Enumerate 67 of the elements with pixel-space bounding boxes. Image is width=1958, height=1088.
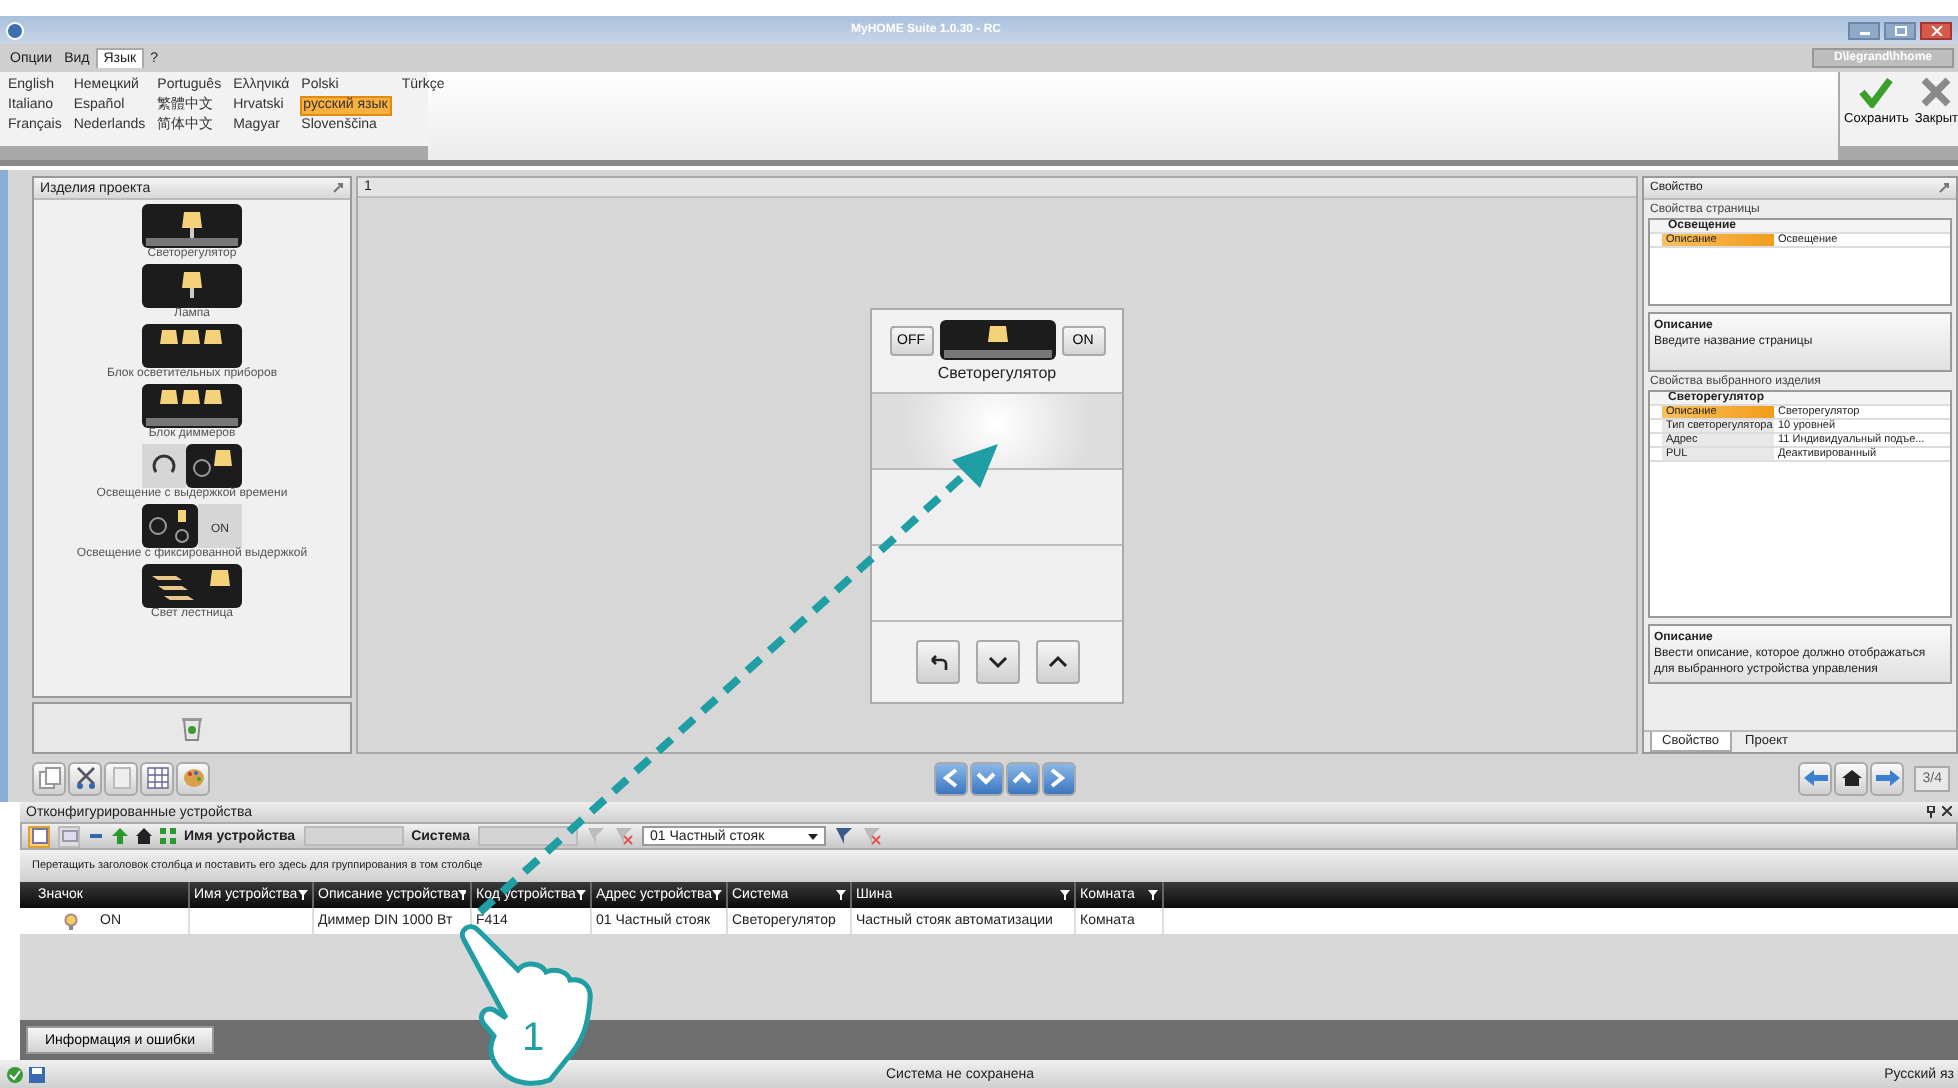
- previous-page-button[interactable]: [1798, 761, 1833, 795]
- back-arrow-icon: [927, 654, 947, 670]
- chevron-down-icon: [987, 654, 1007, 670]
- close-button[interactable]: [1920, 21, 1952, 39]
- home-icon: [1839, 768, 1864, 788]
- chevron-down-icon: [976, 768, 997, 788]
- checkmark-icon: [1858, 76, 1895, 108]
- dimmer-icon[interactable]: [142, 384, 242, 428]
- copy-icon: [37, 766, 61, 790]
- maximize-icon: [1893, 25, 1907, 35]
- trash-icon[interactable]: [182, 715, 202, 741]
- chevron-up-icon: [1047, 654, 1067, 670]
- app-icon: [6, 21, 24, 39]
- close-icon[interactable]: [1942, 806, 1952, 816]
- filter-icon[interactable]: [712, 890, 722, 900]
- filter-icon[interactable]: [1060, 890, 1070, 900]
- next-page-button[interactable]: [1870, 761, 1905, 795]
- minimize-button[interactable]: [1848, 21, 1880, 39]
- device-name-field[interactable]: [303, 826, 404, 846]
- palette-icon: [181, 766, 205, 790]
- ok-icon: [6, 1065, 24, 1083]
- filter-icon[interactable]: [1148, 890, 1158, 900]
- left-button[interactable]: [933, 761, 968, 795]
- arrow-right-icon: [1873, 768, 1902, 788]
- clear-filter-icon[interactable]: [862, 826, 883, 846]
- maximize-button[interactable]: [1884, 21, 1916, 39]
- up-button[interactable]: [1035, 640, 1079, 684]
- chevron-right-icon: [1048, 768, 1069, 788]
- grid-icon[interactable]: [160, 828, 176, 844]
- bulb-icon: [62, 912, 80, 930]
- clipboard-icon: [109, 766, 133, 790]
- lamp-icon[interactable]: [141, 444, 242, 488]
- home-icon[interactable]: [136, 828, 152, 844]
- chevron-left-icon: [940, 768, 961, 788]
- lamp-icon[interactable]: [142, 564, 242, 608]
- lamp-icon[interactable]: [141, 324, 242, 368]
- caret-icon: [808, 833, 819, 839]
- grid-icon: [145, 766, 169, 790]
- grid-button[interactable]: [140, 761, 174, 795]
- dimmer-icon[interactable]: [142, 204, 242, 248]
- view-button[interactable]: [28, 825, 50, 847]
- dimmer-icon[interactable]: [939, 320, 1055, 360]
- chevron-up-icon: [1012, 768, 1033, 788]
- save-icon[interactable]: [28, 1065, 46, 1083]
- back-button[interactable]: [915, 640, 959, 684]
- close-icon: [1929, 25, 1943, 35]
- filter-icon[interactable]: [458, 890, 466, 900]
- lamp-icon[interactable]: [142, 264, 242, 308]
- right-button[interactable]: [1041, 761, 1076, 795]
- filter-icon[interactable]: [298, 890, 308, 900]
- widget-label: Светорегулятор: [937, 364, 1057, 382]
- system-field[interactable]: [478, 826, 579, 846]
- clear-filter-icon[interactable]: [614, 826, 635, 846]
- scissors-icon: [73, 766, 97, 790]
- close-icon: [1918, 76, 1955, 108]
- copy-button[interactable]: [32, 761, 66, 795]
- pin-icon[interactable]: [1926, 806, 1936, 818]
- filter-icon[interactable]: [576, 890, 586, 900]
- cut-button[interactable]: [68, 761, 102, 795]
- home-button[interactable]: [1834, 761, 1869, 795]
- minus-icon[interactable]: [88, 828, 104, 844]
- up-arrow-icon[interactable]: [112, 828, 128, 844]
- step-number: 1: [522, 1016, 545, 1060]
- arrow-left-icon: [1801, 768, 1830, 788]
- down-button[interactable]: [975, 640, 1019, 684]
- palette-button[interactable]: [176, 761, 210, 795]
- filter-icon[interactable]: [836, 890, 846, 900]
